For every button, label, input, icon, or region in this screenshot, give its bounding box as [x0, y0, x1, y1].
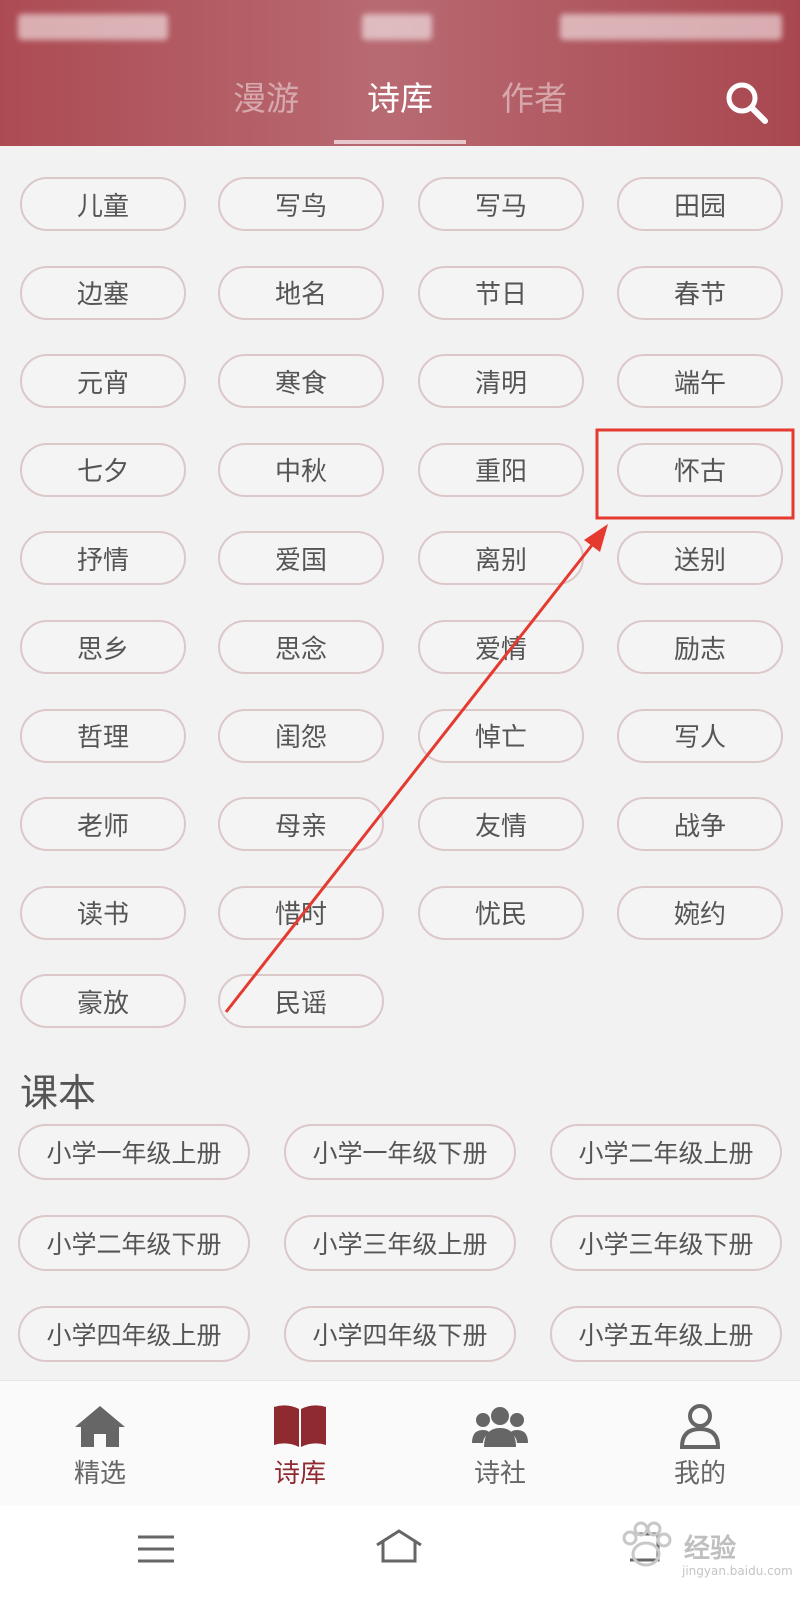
section-title-textbook: 课本 — [20, 1071, 97, 1115]
tab-authors[interactable]: 作者 — [501, 72, 567, 120]
tag-chip[interactable]: 七夕 — [20, 442, 186, 497]
nav-item-poetry-club[interactable]: 诗社 — [400, 1381, 600, 1507]
paw-logo-icon — [622, 1521, 672, 1567]
textbook-chip[interactable]: 小学二年级上册 — [550, 1124, 782, 1180]
tag-chip[interactable]: 寒食 — [218, 354, 384, 409]
tag-chip[interactable]: 忧民 — [418, 885, 584, 940]
nav-item-featured[interactable]: 精选 — [0, 1381, 200, 1507]
watermark: 经验 jingyan.baidu.com — [614, 1506, 794, 1590]
tab-poetry-library[interactable]: 诗库 — [367, 72, 433, 120]
nav-item-poetry-library[interactable]: 诗库 — [200, 1381, 400, 1507]
tag-chip[interactable]: 写鸟 — [218, 177, 384, 231]
tag-chip[interactable]: 春节 — [617, 265, 783, 320]
tag-chip[interactable]: 端午 — [617, 354, 783, 409]
tag-chip[interactable]: 哲理 — [20, 708, 186, 763]
tag-chip[interactable]: 清明 — [418, 354, 584, 409]
tag-chip[interactable]: 励志 — [617, 620, 783, 674]
nav-label-mine: 我的 — [673, 1459, 726, 1489]
tag-chip[interactable]: 友情 — [418, 797, 584, 852]
tag-chip[interactable]: 爱情 — [418, 620, 584, 674]
textbook-chip[interactable]: 小学三年级下册 — [550, 1215, 782, 1271]
tag-chip[interactable]: 田园 — [617, 177, 783, 231]
menu-icon[interactable] — [136, 1534, 176, 1564]
tag-chip[interactable]: 爱国 — [218, 531, 384, 586]
tag-chip[interactable]: 离别 — [418, 531, 584, 586]
tag-chip[interactable]: 写马 — [418, 177, 584, 231]
tag-chip[interactable]: 重阳 — [418, 442, 584, 497]
nav-label-poetry-library: 诗库 — [273, 1459, 326, 1489]
status-bar-blurred — [362, 14, 432, 40]
home-icon — [75, 1406, 125, 1447]
annotation-arrow-line — [224, 539, 598, 1013]
annotation-arrow-head — [584, 524, 608, 552]
bottom-navigation: 精选 诗库 诗社 我的 — [0, 1380, 800, 1507]
tag-chip[interactable]: 思念 — [218, 620, 384, 674]
textbook-chip[interactable]: 小学四年级下册 — [284, 1306, 516, 1362]
status-bar-blurred — [18, 14, 168, 40]
tag-chip[interactable]: 民谣 — [218, 974, 384, 1029]
tag-chip[interactable]: 读书 — [20, 885, 186, 940]
tag-chip[interactable]: 闺怨 — [218, 708, 384, 763]
group-icon — [472, 1407, 528, 1447]
tag-chip[interactable]: 儿童 — [20, 177, 186, 231]
tag-chip[interactable]: 悼亡 — [418, 708, 584, 763]
tag-chip[interactable]: 写人 — [617, 708, 783, 763]
nav-item-mine[interactable]: 我的 — [600, 1381, 800, 1507]
tag-chip[interactable]: 地名 — [218, 265, 384, 320]
textbook-chip[interactable]: 小学四年级上册 — [18, 1306, 250, 1362]
textbook-chip[interactable]: 小学一年级上册 — [18, 1124, 250, 1180]
tag-chip[interactable]: 战争 — [617, 797, 783, 852]
watermark-text: 经验 — [684, 1534, 737, 1564]
textbook-chip[interactable]: 小学五年级上册 — [550, 1306, 782, 1362]
tag-chip[interactable]: 母亲 — [218, 797, 384, 852]
book-icon — [274, 1405, 326, 1447]
watermark-url: jingyan.baidu.com — [682, 1564, 793, 1578]
active-tab-indicator — [334, 140, 466, 144]
tag-chip[interactable]: 送别 — [617, 531, 783, 586]
search-icon[interactable] — [722, 78, 770, 126]
tag-chip[interactable]: 怀古 — [617, 442, 783, 497]
textbook-chip[interactable]: 小学一年级下册 — [284, 1124, 516, 1180]
tag-chip[interactable]: 边塞 — [20, 265, 186, 320]
tag-chip[interactable]: 惜时 — [218, 885, 384, 940]
tag-chip[interactable]: 老师 — [20, 797, 186, 852]
user-icon — [679, 1404, 721, 1449]
tag-chip[interactable]: 思乡 — [20, 620, 186, 674]
home-outline-icon[interactable] — [374, 1528, 424, 1564]
tag-chip[interactable]: 豪放 — [20, 974, 186, 1029]
tag-chip[interactable]: 节日 — [418, 265, 584, 320]
tag-chip[interactable]: 元宵 — [20, 354, 186, 409]
textbook-chip[interactable]: 小学二年级下册 — [18, 1215, 250, 1271]
tag-chip[interactable]: 抒情 — [20, 531, 186, 586]
tag-chip[interactable]: 婉约 — [617, 885, 783, 940]
app-header: 漫游 诗库 作者 — [0, 0, 800, 146]
nav-label-featured: 精选 — [73, 1459, 126, 1489]
tag-chip[interactable]: 中秋 — [218, 442, 384, 497]
textbook-chip[interactable]: 小学三年级上册 — [284, 1215, 516, 1271]
nav-label-poetry-club: 诗社 — [473, 1459, 526, 1489]
status-bar-blurred — [560, 14, 782, 40]
tab-roam[interactable]: 漫游 — [233, 72, 299, 120]
